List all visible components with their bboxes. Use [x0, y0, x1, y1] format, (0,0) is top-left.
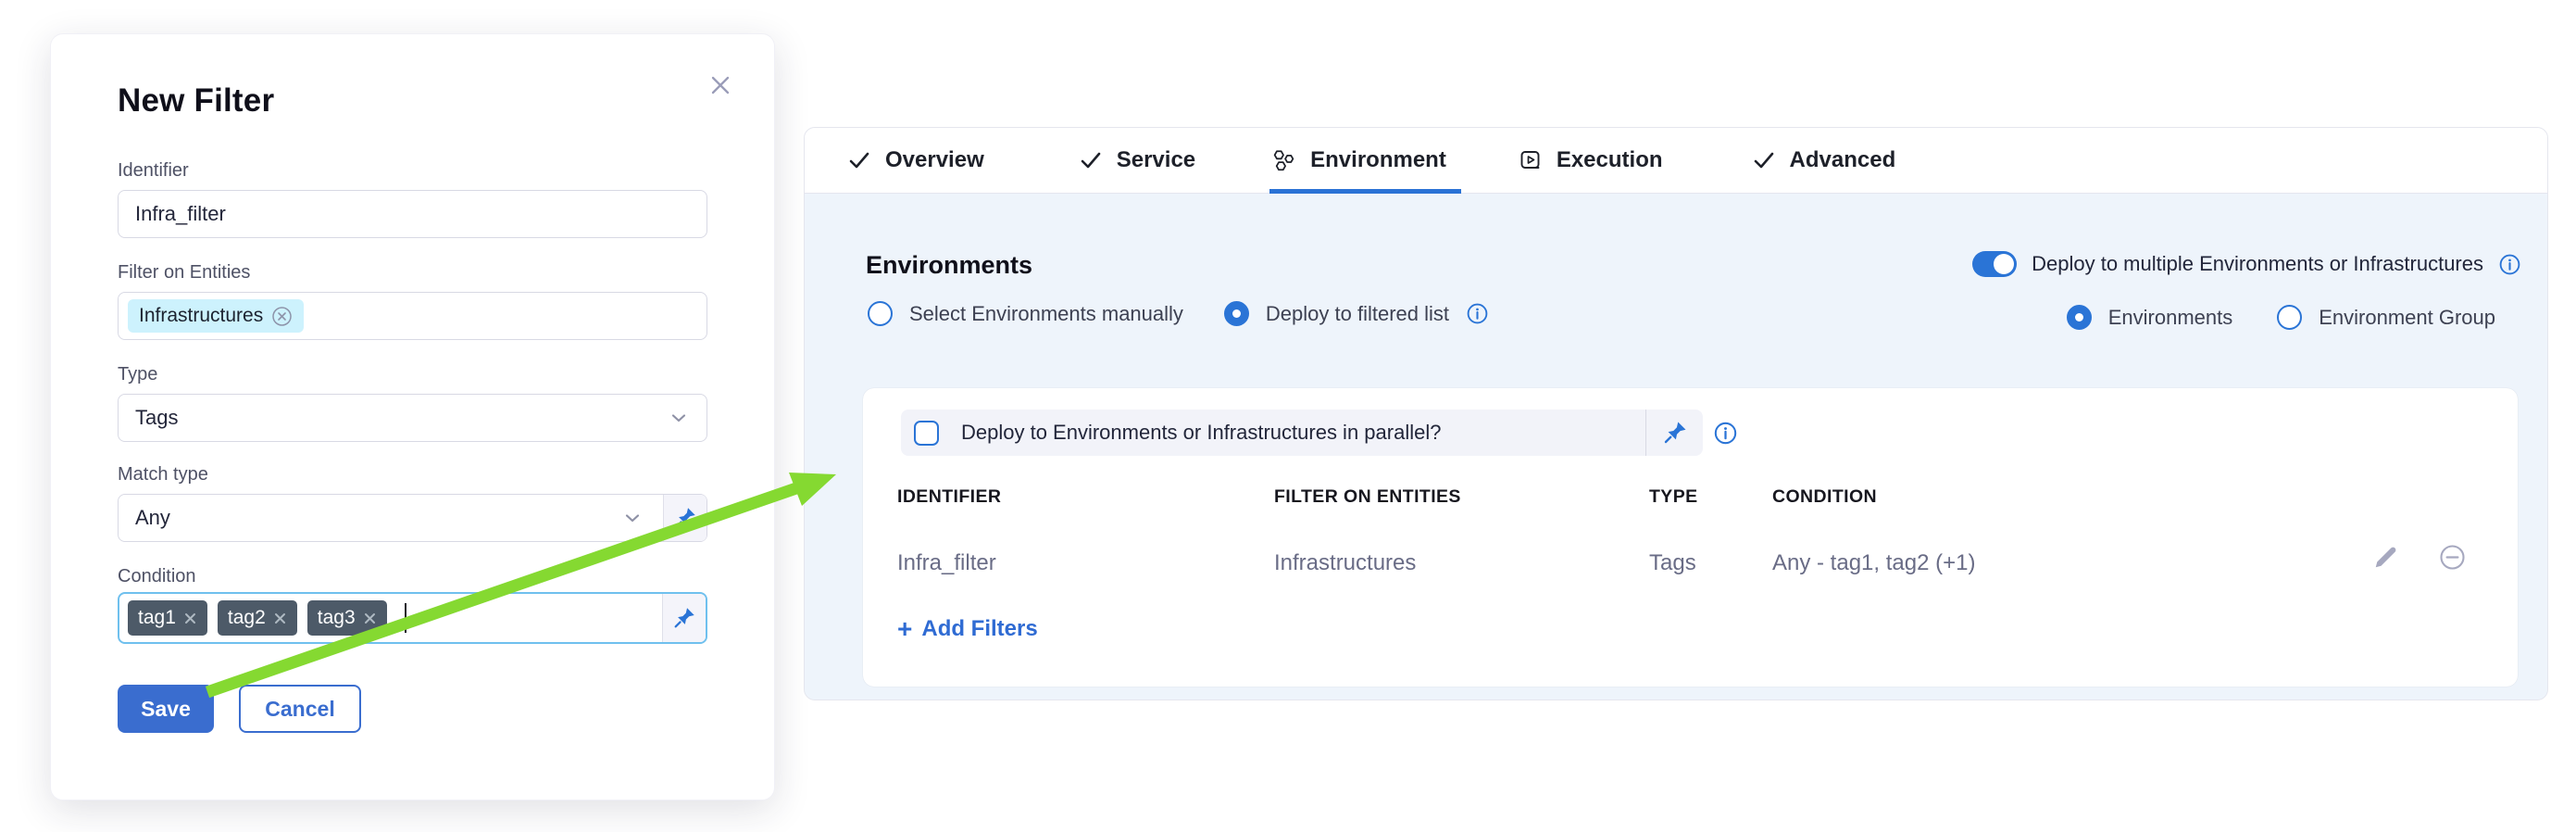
- tag-chip: tag3: [307, 600, 387, 636]
- text-caret: [405, 603, 406, 633]
- plus-icon: +: [897, 616, 912, 642]
- close-icon[interactable]: [706, 71, 735, 101]
- tag-chip-label: tag3: [318, 607, 356, 629]
- tab-overview[interactable]: Overview: [847, 128, 984, 193]
- parallel-option-bar: Deploy to Environments or Infrastructure…: [901, 410, 1703, 456]
- col-header-type: TYPE: [1649, 486, 1698, 508]
- filter-on-entities-input[interactable]: Infrastructures: [118, 292, 707, 340]
- radio-circle-selected[interactable]: [1224, 301, 1249, 326]
- info-icon[interactable]: [2498, 253, 2521, 276]
- radio-environment-group[interactable]: Environment Group: [2277, 305, 2495, 330]
- check-icon: [1079, 148, 1103, 172]
- type-label: Type: [118, 364, 157, 385]
- tab-service[interactable]: Service: [1079, 128, 1195, 193]
- chevron-down-icon: [621, 507, 644, 529]
- environments-heading: Environments: [866, 251, 1032, 280]
- environment-target-radios: Environments Environment Group: [2067, 305, 2495, 330]
- modal-title: New Filter: [118, 82, 274, 120]
- radio-label: Environment Group: [2319, 306, 2495, 330]
- add-filters-label: Add Filters: [921, 616, 1037, 642]
- cell-type: Tags: [1649, 550, 1696, 576]
- identifier-input[interactable]: Infra_filter: [118, 190, 707, 238]
- parallel-checkbox[interactable]: [914, 421, 939, 446]
- radio-circle[interactable]: [2277, 305, 2302, 330]
- tab-advanced[interactable]: Advanced: [1752, 128, 1896, 193]
- type-select[interactable]: Tags: [118, 394, 707, 442]
- radio-environments[interactable]: Environments: [2067, 305, 2233, 330]
- tab-label: Environment: [1310, 147, 1446, 173]
- remove-tag-icon[interactable]: [363, 611, 377, 625]
- add-filters-button[interactable]: + Add Filters: [897, 616, 1038, 642]
- match-type-select[interactable]: Any: [118, 494, 707, 542]
- new-filter-modal: New Filter Identifier Infra_filter Filte…: [50, 33, 775, 800]
- radio-deploy-filtered-list[interactable]: Deploy to filtered list: [1224, 301, 1489, 326]
- radio-label: Deploy to filtered list: [1266, 302, 1449, 326]
- tag-chip: tag2: [218, 600, 297, 636]
- page: New Filter Identifier Infra_filter Filte…: [0, 0, 2576, 832]
- pin-icon[interactable]: [663, 495, 707, 541]
- multi-env-toggle-row: Deploy to multiple Environments or Infra…: [1972, 251, 2521, 277]
- identifier-value: Infra_filter: [119, 202, 226, 226]
- tag-chip: tag1: [128, 600, 207, 636]
- execution-play-icon: [1519, 148, 1543, 172]
- cell-filter-on-entities: Infrastructures: [1274, 550, 1416, 576]
- remove-tag-icon[interactable]: [183, 611, 197, 625]
- remove-tag-icon[interactable]: [273, 611, 287, 625]
- check-icon: [1752, 148, 1776, 172]
- parallel-label: Deploy to Environments or Infrastructure…: [961, 421, 1441, 445]
- col-header-identifier: IDENTIFIER: [897, 486, 1001, 508]
- identifier-label: Identifier: [118, 160, 189, 182]
- cell-condition: Any - tag1, tag2 (+1): [1772, 550, 1975, 576]
- tab-label: Service: [1117, 147, 1195, 173]
- condition-chips: tag1 tag2 tag3: [119, 600, 406, 636]
- save-button[interactable]: Save: [118, 685, 214, 733]
- filters-card: Deploy to Environments or Infrastructure…: [863, 388, 2518, 687]
- cancel-button[interactable]: Cancel: [239, 685, 361, 733]
- chevron-down-icon: [668, 407, 690, 429]
- tag-chip-label: tag2: [228, 607, 266, 629]
- tab-label: Overview: [885, 147, 984, 173]
- condition-label: Condition: [118, 566, 196, 587]
- tag-chip-label: tag1: [138, 607, 176, 629]
- toggle-label: Deploy to multiple Environments or Infra…: [2032, 252, 2483, 276]
- tab-label: Execution: [1557, 147, 1663, 173]
- tab-label: Advanced: [1790, 147, 1896, 173]
- check-icon: [847, 148, 871, 172]
- entity-chip-label: Infrastructures: [139, 305, 263, 327]
- radio-select-manually[interactable]: Select Environments manually: [868, 301, 1183, 326]
- toggle-knob: [1994, 254, 2014, 274]
- tab-environment[interactable]: Environment: [1271, 128, 1446, 193]
- modal-buttons: Save Cancel: [118, 685, 361, 733]
- cell-identifier: Infra_filter: [897, 550, 996, 576]
- stage-config-panel: Overview Service Environment Execution: [804, 127, 2548, 700]
- condition-input[interactable]: tag1 tag2 tag3: [118, 592, 707, 644]
- radio-circle[interactable]: [868, 301, 893, 326]
- entity-chip: Infrastructures: [128, 299, 304, 333]
- radio-label: Environments: [2108, 306, 2233, 330]
- pin-icon[interactable]: [662, 594, 706, 642]
- environment-tab-content: Environments Select Environments manuall…: [805, 194, 2547, 700]
- remove-chip-icon[interactable]: [271, 306, 293, 327]
- type-value: Tags: [119, 406, 178, 430]
- filter-on-entities-label: Filter on Entities: [118, 262, 250, 284]
- stage-tabs: Overview Service Environment Execution: [805, 128, 2547, 194]
- info-icon[interactable]: [1713, 421, 1738, 446]
- radio-label: Select Environments manually: [909, 302, 1183, 326]
- edit-pencil-icon[interactable]: [2371, 543, 2401, 573]
- pin-icon[interactable]: [1645, 410, 1703, 456]
- match-type-label: Match type: [118, 464, 208, 485]
- environment-hexagons-icon: [1271, 148, 1296, 173]
- info-icon[interactable]: [1466, 302, 1489, 325]
- match-type-value: Any: [119, 506, 170, 530]
- toggle-on[interactable]: [1972, 251, 2017, 277]
- radio-circle-selected[interactable]: [2067, 305, 2092, 330]
- environment-mode-radios: Select Environments manually Deploy to f…: [868, 301, 1489, 326]
- tab-execution[interactable]: Execution: [1519, 128, 1663, 193]
- remove-minus-icon[interactable]: [2437, 543, 2467, 573]
- col-header-condition: CONDITION: [1772, 486, 1877, 508]
- col-header-filter-on-entities: FILTER ON ENTITIES: [1274, 486, 1461, 508]
